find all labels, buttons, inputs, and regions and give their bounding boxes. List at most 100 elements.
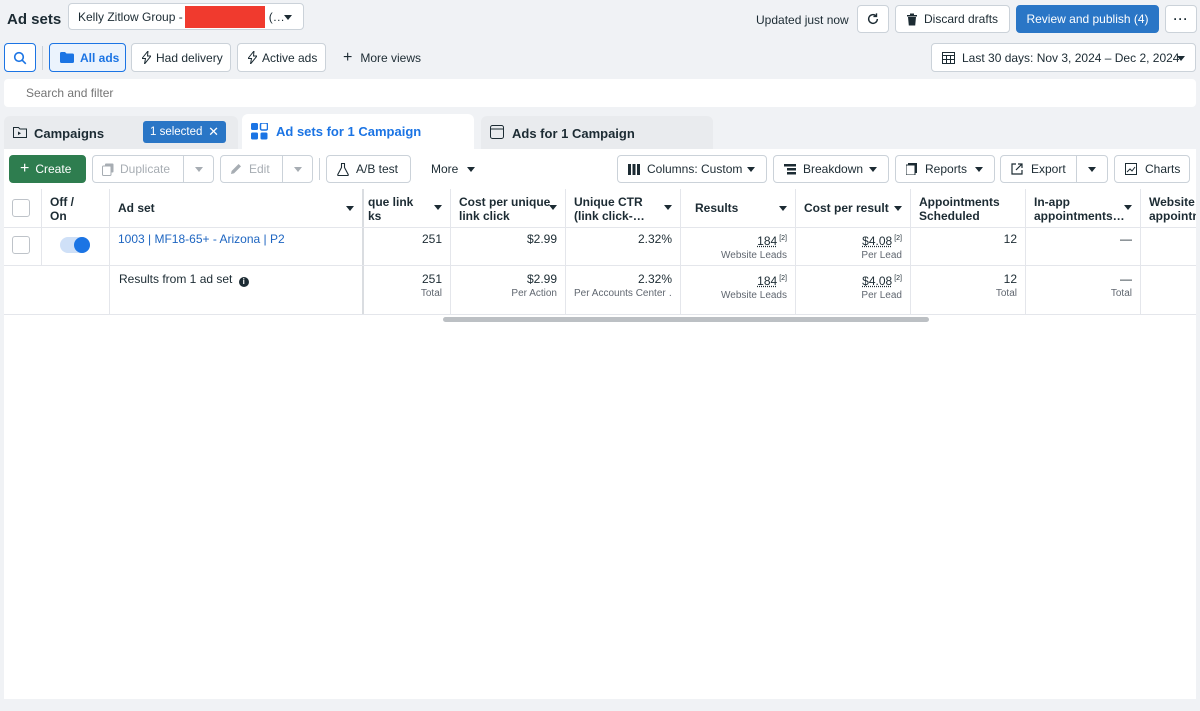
header-adset-label: Ad set (118, 201, 155, 215)
header-unique-link-clicks[interactable]: que link ks (364, 189, 451, 227)
view-all-ads[interactable]: All ads (49, 43, 126, 72)
header-appointments[interactable]: Appointments Scheduled (911, 189, 1026, 227)
sort-icon[interactable] (549, 205, 557, 210)
create-button[interactable]: + Create (9, 155, 86, 183)
more-options-button[interactable]: ··· (1165, 5, 1197, 33)
header-adset[interactable]: Ad set (110, 189, 364, 227)
search-input[interactable] (4, 79, 1196, 107)
lightning-icon (142, 51, 151, 64)
header-checkbox-cell (4, 189, 42, 227)
export-dropdown[interactable] (1076, 155, 1108, 183)
search-bar[interactable] (4, 79, 1196, 107)
columns-button[interactable]: Columns: Custom (617, 155, 767, 183)
horizontal-scrollbar[interactable] (443, 317, 929, 322)
reports-label: Reports (925, 162, 968, 176)
header-unique-link-line2: ks (368, 209, 382, 223)
header-cost-per-result[interactable]: Cost per result (796, 189, 911, 227)
summary-cpr-subtext: Per Lead (861, 290, 902, 301)
sort-icon[interactable] (779, 206, 787, 211)
more-button[interactable]: More (431, 162, 476, 176)
header-results[interactable]: Results (681, 189, 796, 227)
discard-drafts-button[interactable]: Discard drafts (895, 5, 1010, 33)
summary-appt-value: 12 (1003, 272, 1017, 286)
sort-icon[interactable] (434, 205, 442, 210)
info-icon[interactable]: i (238, 277, 249, 287)
duplicate-button[interactable]: Duplicate (92, 155, 184, 183)
chevron-down-icon (1177, 56, 1185, 61)
create-label: Create (35, 162, 72, 176)
charts-button[interactable]: Charts (1114, 155, 1190, 183)
header-inapp-appointments[interactable]: In-app appointments… (1026, 189, 1141, 227)
sort-icon[interactable] (894, 206, 902, 211)
sort-icon[interactable] (346, 206, 354, 211)
table-row[interactable]: 1003 | MF18-65+ - Arizona | P2 251 $2.99… (4, 228, 1196, 265)
results-value[interactable]: 184 (757, 234, 777, 248)
cost-per-result-footnote[interactable]: [2] (894, 235, 902, 242)
tab-campaigns-label: Campaigns (34, 126, 105, 141)
header-web-line2: appointn (1149, 209, 1196, 223)
select-all-checkbox[interactable] (12, 199, 30, 217)
columns-label: Columns: Custom (647, 162, 743, 176)
header-unique-ctr[interactable]: Unique CTR (link click-… (566, 189, 681, 227)
export-button[interactable]: Export (1000, 155, 1077, 183)
header-inapp-line2: appointments… (1034, 209, 1125, 223)
row-divider (4, 314, 1196, 315)
results-footnote[interactable]: [2] (779, 235, 787, 242)
chevron-down-icon (293, 166, 302, 172)
ab-test-label: A/B test (356, 162, 399, 176)
view-active-ads[interactable]: Active ads (237, 43, 326, 72)
more-views-button[interactable]: + More views (343, 50, 421, 66)
account-suffix: (… (268, 9, 285, 24)
summary-results-footnote[interactable]: [2] (779, 275, 787, 282)
breakdown-button[interactable]: Breakdown (773, 155, 889, 183)
adset-name-link[interactable]: 1003 | MF18-65+ - Arizona | P2 (118, 232, 285, 246)
tab-ads[interactable]: Ads for 1 Campaign (481, 116, 713, 149)
results-subtext: Website Leads (721, 250, 787, 261)
cost-per-unique-value: $2.99 (526, 232, 557, 246)
selected-chip[interactable]: 1 selected ✕ (143, 121, 226, 143)
summary-cpu-value: $2.99 (526, 272, 557, 286)
tab-adsets[interactable]: Ad sets for 1 Campaign (242, 114, 474, 149)
selected-chip-label: 1 selected (150, 126, 203, 138)
tab-campaigns[interactable]: Campaigns 1 selected ✕ (4, 116, 238, 149)
header-ctr-line2: (link click-… (574, 209, 645, 223)
discard-drafts-label: Discard drafts (924, 12, 999, 26)
edit-button[interactable]: Edit (220, 155, 283, 183)
delivery-toggle[interactable] (60, 237, 90, 253)
header-inapp-line1: In-app (1034, 195, 1070, 209)
summary-cpr-value[interactable]: $4.08 (862, 274, 892, 288)
summary-cpu-cell: $2.99 Per Action (451, 266, 566, 314)
refresh-button[interactable] (857, 5, 889, 33)
reports-button[interactable]: Reports (895, 155, 995, 183)
view-had-delivery[interactable]: Had delivery (131, 43, 231, 72)
ab-test-button[interactable]: A/B test (326, 155, 411, 183)
cost-per-result-value[interactable]: $4.08 (862, 234, 892, 248)
close-icon[interactable]: ✕ (208, 124, 219, 140)
row-checkbox-cell (4, 228, 42, 265)
summary-ctr-cell: 2.32% Per Accounts Center … (566, 266, 681, 314)
divider (319, 158, 320, 180)
header-website-appointments[interactable]: Website appointn (1141, 189, 1196, 227)
summary-cpu-subtext: Per Action (511, 288, 557, 299)
header-cpr-label: Cost per result (804, 201, 889, 215)
summary-appt-subtext: Total (995, 288, 1017, 299)
date-range-picker[interactable]: Last 30 days: Nov 3, 2024 – Dec 2, 2024 (931, 43, 1196, 72)
header-cpu-line1: Cost per unique (459, 195, 551, 209)
charts-label: Charts (1145, 162, 1181, 176)
more-label: More (431, 162, 459, 176)
summary-cpr-footnote[interactable]: [2] (894, 275, 902, 282)
search-toggle-button[interactable] (4, 43, 36, 72)
unique-ctr-cell: 2.32% (566, 228, 681, 265)
row-checkbox[interactable] (12, 236, 30, 254)
account-selector[interactable]: Kelly Zitlow Group - (… (68, 3, 304, 30)
sort-icon[interactable] (664, 205, 672, 210)
review-publish-button[interactable]: Review and publish (4) (1016, 5, 1159, 33)
divider (42, 46, 43, 70)
header-cost-per-unique[interactable]: Cost per unique link click (451, 189, 566, 227)
summary-results-value[interactable]: 184 (757, 274, 777, 288)
sort-icon[interactable] (1124, 205, 1132, 210)
header-cpu-line2: link click (459, 209, 510, 223)
edit-dropdown[interactable] (282, 155, 313, 183)
inapp-cell: — (1026, 228, 1141, 265)
duplicate-dropdown[interactable] (183, 155, 214, 183)
